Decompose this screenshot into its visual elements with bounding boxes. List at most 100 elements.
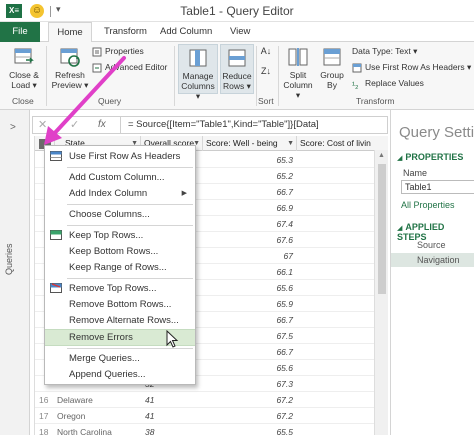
wellbeing-score-cell[interactable]: 67.4 [203, 216, 297, 232]
column-header-cost[interactable]: Score: Cost of livin [297, 136, 388, 151]
manage-label-1: Manage [182, 71, 214, 81]
sort-ascending-button[interactable]: A↓ [260, 46, 272, 56]
column-header-wellbeing[interactable]: Score: Well - being ▼ [203, 136, 297, 151]
reduce-label-1: Reduce [222, 71, 252, 81]
query-name-field[interactable]: Table1 [401, 180, 474, 194]
menu-item-remove-top-rows[interactable]: Remove Top Rows... [45, 280, 195, 297]
properties-header: PROPERTIES [405, 152, 464, 162]
menu-item-label: Remove Errors [69, 332, 133, 343]
formula-input[interactable]: = Source{[Item="Table1",Kind="Table"]}[D… [128, 119, 319, 130]
vertical-scrollbar[interactable]: ▲ [374, 150, 388, 435]
menu-item-label: Remove Alternate Rows... [69, 315, 179, 326]
table-row[interactable]: 16 Delaware 41 67.2 [35, 392, 388, 408]
cancel-icon[interactable]: ✕ [38, 118, 47, 131]
wellbeing-score-cell[interactable]: 67 [203, 248, 297, 264]
tab-home[interactable]: Home [48, 22, 92, 43]
use-first-row-button[interactable]: Use First Row As Headers ▾ [352, 61, 471, 73]
row-number-cell[interactable]: 18 [35, 424, 55, 435]
refresh-preview-button[interactable]: Refresh Preview ▾ [50, 46, 90, 90]
replace-values-button[interactable]: ¹₂ Replace Values [352, 77, 424, 90]
state-cell[interactable]: North Carolina [57, 424, 141, 435]
wellbeing-score-cell[interactable]: 65.2 [203, 168, 297, 184]
wellbeing-score-cell[interactable]: 67.6 [203, 232, 297, 248]
menu-item-add-custom-column[interactable]: Add Custom Column... [45, 169, 195, 186]
split-column-button[interactable]: Split Column ▾ [282, 46, 314, 100]
wellbeing-score-cell[interactable]: 67.5 [203, 328, 297, 344]
menu-item-use-first-row[interactable]: Use First Row As Headers [45, 148, 195, 165]
properties-button[interactable]: Properties [92, 45, 144, 57]
overall-score-cell[interactable]: 41 [141, 392, 203, 408]
queries-pane[interactable]: > Queries [0, 110, 30, 435]
group-label-sort: Sort [258, 96, 274, 106]
reduce-rows-button[interactable]: Reduce Rows ▾ [220, 44, 254, 94]
group-separator [278, 46, 279, 106]
menu-item-remove-alternate-rows[interactable]: Remove Alternate Rows... [45, 312, 195, 329]
submenu-arrow-icon: ▶ [181, 190, 187, 197]
wellbeing-score-cell[interactable]: 66.7 [203, 184, 297, 200]
menu-separator [67, 225, 193, 226]
data-type-dropdown[interactable]: Data Type: Text ▾ [352, 45, 417, 57]
menu-item-label: Keep Bottom Rows... [69, 246, 159, 257]
table-row[interactable]: 17 Oregon 41 67.2 [35, 408, 388, 424]
wellbeing-score-cell[interactable]: 66.7 [203, 312, 297, 328]
sort-descending-button[interactable]: Z↓ [260, 66, 272, 76]
menu-separator [67, 278, 193, 279]
advanced-editor-button[interactable]: Advanced Editor [92, 61, 167, 73]
scroll-up-icon[interactable]: ▲ [378, 152, 385, 159]
tab-add-column[interactable]: Add Column [152, 22, 220, 42]
applied-step-source[interactable]: Source [391, 238, 474, 252]
wellbeing-score-cell[interactable]: 67.3 [203, 376, 297, 392]
menu-item-keep-bottom-rows[interactable]: Keep Bottom Rows... [45, 243, 195, 260]
split-column-icon [288, 48, 308, 66]
refresh-label-2: Preview ▾ [51, 80, 89, 90]
all-properties-link[interactable]: All Properties [401, 200, 455, 210]
window-title: Table1 - Query Editor [180, 4, 294, 18]
close-load-button[interactable]: Close & Load ▾ [4, 46, 44, 90]
title-bar: X≡ ☺ ▾ Table1 - Query Editor [0, 0, 474, 22]
replace-values-label: Replace Values [365, 78, 424, 88]
manage-columns-button[interactable]: Manage Columns ▾ [178, 44, 218, 101]
wellbeing-score-cell[interactable]: 66.1 [203, 264, 297, 280]
wellbeing-score-cell[interactable]: 66.9 [203, 200, 297, 216]
row-number-cell[interactable]: 17 [35, 408, 55, 424]
menu-item-keep-top-rows[interactable]: Keep Top Rows... [45, 227, 195, 244]
wellbeing-score-cell[interactable]: 65.3 [203, 152, 297, 168]
wellbeing-score-cell[interactable]: 65.6 [203, 280, 297, 296]
applied-step-navigation[interactable]: Navigation [391, 253, 474, 267]
wellbeing-score-cell[interactable]: 65.6 [203, 360, 297, 376]
properties-section[interactable]: ◢ PROPERTIES [397, 152, 463, 162]
state-cell[interactable]: Oregon [57, 408, 141, 424]
group-separator [174, 46, 175, 106]
manage-label-2: Columns ▾ [181, 81, 215, 101]
group-by-label-1: Group [320, 70, 344, 80]
tab-file[interactable]: File [0, 22, 40, 42]
expand-queries-icon[interactable]: > [10, 122, 16, 133]
state-cell[interactable]: Delaware [57, 392, 141, 408]
overall-score-cell[interactable]: 41 [141, 408, 203, 424]
wellbeing-score-cell[interactable]: 65.9 [203, 296, 297, 312]
wellbeing-score-cell[interactable]: 67.2 [203, 408, 297, 424]
row-number-cell[interactable]: 16 [35, 392, 55, 408]
menu-item-choose-columns[interactable]: Choose Columns... [45, 206, 195, 223]
menu-item-keep-range-rows[interactable]: Keep Range of Rows... [45, 259, 195, 276]
group-by-button[interactable]: Group By [316, 46, 348, 90]
menu-item-add-index-column[interactable]: Add Index Column ▶ [45, 185, 195, 202]
wellbeing-score-cell[interactable]: 67.2 [203, 392, 297, 408]
group-label-query: Query [98, 96, 122, 106]
group-by-label-2: By [327, 80, 337, 90]
table-row[interactable]: 18 North Carolina 38 65.5 [35, 424, 388, 435]
menu-item-remove-bottom-rows[interactable]: Remove Bottom Rows... [45, 296, 195, 313]
tab-transform[interactable]: Transform [96, 22, 155, 42]
menu-item-merge-queries[interactable]: Merge Queries... [45, 350, 195, 367]
properties-icon [92, 47, 102, 57]
menu-item-append-queries[interactable]: Append Queries... [45, 366, 195, 383]
replace-icon: ¹₂ [352, 79, 359, 90]
group-label-transform: Transform [356, 96, 395, 106]
chevron-down-icon[interactable]: ▼ [287, 136, 294, 151]
wellbeing-score-cell[interactable]: 65.5 [203, 424, 297, 435]
scrollbar-thumb[interactable] [378, 164, 386, 294]
accept-icon[interactable]: ✓ [70, 118, 79, 131]
overall-score-cell[interactable]: 38 [141, 424, 203, 435]
wellbeing-score-cell[interactable]: 66.7 [203, 344, 297, 360]
tab-view[interactable]: View [222, 22, 258, 42]
